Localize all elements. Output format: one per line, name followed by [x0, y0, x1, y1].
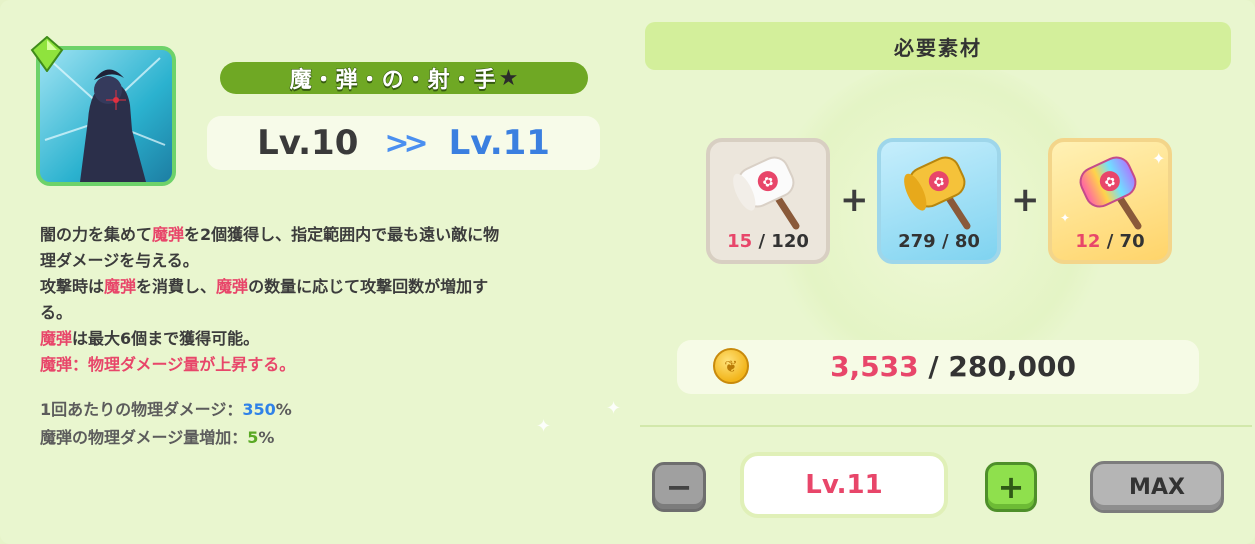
sparkle-icon: ✦: [606, 398, 622, 419]
required-materials-header: 必要素材: [645, 22, 1231, 70]
star-icon: ★: [498, 65, 519, 91]
material-count: 12 / 70: [1075, 231, 1145, 252]
description-line: る。: [40, 303, 73, 322]
skill-description: 闇の力を集めて魔弾を2個獲得し、指定範囲内で最も遠い敵に物 理ダメージを与える。…: [40, 222, 615, 378]
marshmallow-hammer-white-icon: ✿: [733, 156, 800, 230]
decrease-level-button[interactable]: −: [652, 462, 706, 512]
target-level-display: Lv.11: [740, 452, 948, 518]
marshmallow-hammer-gold-icon: ✿: [904, 156, 971, 230]
gold-cost: 3,533 / 280,000: [830, 350, 1076, 383]
skill-name: 魔・弾・の・射・手: [289, 68, 497, 94]
gold-cost-bar: ❦ 3,533 / 280,000: [677, 340, 1199, 394]
stat-bullet-damage-bonus: 魔弾の物理ダメージ量増加：5%: [40, 428, 275, 447]
level-transition: Lv.10 >> Lv.11: [207, 116, 600, 170]
gem-icon: [30, 36, 64, 72]
double-chevron-right-icon: >>: [384, 125, 428, 161]
description-line: 魔弾は最大6個まで獲得可能。: [40, 329, 260, 348]
magic-bullet-note: 魔弾：物理ダメージ量が上昇する。: [40, 355, 296, 374]
skill-name-banner: 魔・弾・の・射・手 ★: [220, 62, 588, 94]
svg-text:✦: ✦: [1060, 211, 1070, 225]
plus-icon: +: [840, 180, 869, 220]
divider: [640, 425, 1252, 427]
max-level-button[interactable]: MAX: [1090, 461, 1224, 513]
description-line: 攻撃時は魔弾を消費し、魔弾の数量に応じて攻撃回数が増加す: [40, 277, 489, 296]
svg-text:✦: ✦: [1152, 149, 1165, 168]
plus-icon: +: [1011, 180, 1040, 220]
description-line: 理ダメージを与える。: [40, 251, 199, 270]
materials-section: 必要素材 ✿ 15 / 120 + ✿ 279 / 80 + ✿ ✦ ✦ 12 …: [630, 0, 1255, 544]
sparkle-icon: ✦: [536, 416, 552, 437]
skill-stats: 1回あたりの物理ダメージ：350% 魔弾の物理ダメージ量増加：5%: [40, 396, 292, 452]
stat-damage-per-hit: 1回あたりの物理ダメージ：350%: [40, 400, 292, 419]
material-count: 279 / 80: [898, 231, 980, 252]
material-count: 15 / 120: [727, 231, 809, 252]
material-slot[interactable]: ✿ 15 / 120: [706, 138, 830, 264]
next-level: Lv.11: [448, 123, 550, 163]
skill-info-section: 魔・弾・の・射・手 ★ Lv.10 >> Lv.11 闇の力を集めて魔弾を2個獲…: [0, 0, 630, 544]
marshmallow-hammer-rainbow-icon: ✿ ✦ ✦: [1060, 149, 1165, 230]
material-slot[interactable]: ✿ ✦ ✦ 12 / 70: [1048, 138, 1172, 264]
description-line: 闇の力を集めて魔弾を2個獲得し、指定範囲内で最も遠い敵に物: [40, 225, 500, 244]
material-slot[interactable]: ✿ 279 / 80: [877, 138, 1001, 264]
current-level: Lv.10: [257, 123, 359, 163]
increase-level-button[interactable]: +: [985, 462, 1037, 512]
